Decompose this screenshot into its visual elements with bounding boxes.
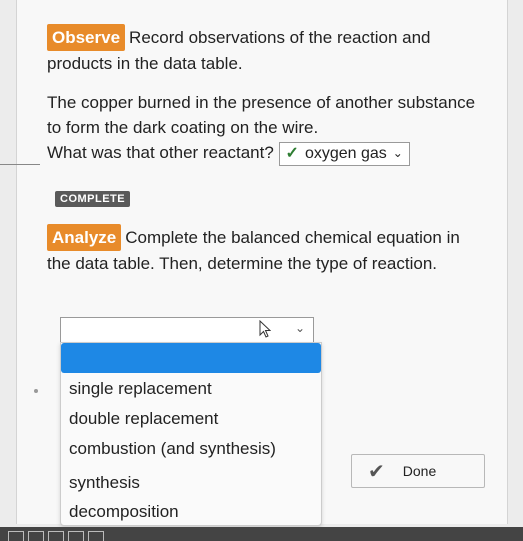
mouse-cursor-icon [259, 319, 272, 343]
chevron-down-icon: ⌄ [392, 146, 403, 161]
progress-segment [48, 531, 64, 541]
observe-paragraph: Observe Record observations of the reacti… [47, 24, 477, 76]
progress-segment [8, 531, 24, 541]
reaction-type-select[interactable]: ⌄ [60, 317, 314, 343]
option-combustion[interactable]: combustion (and synthesis) [69, 439, 276, 459]
divider-line [0, 164, 40, 165]
observe-tag: Observe [47, 24, 126, 51]
done-button[interactable]: ✔ Done [351, 454, 485, 488]
analyze-paragraph: Analyze Complete the balanced chemical eq… [47, 224, 477, 276]
option-decomposition[interactable]: decomposition [69, 502, 179, 522]
progress-segment [28, 531, 44, 541]
progress-segment [88, 531, 104, 541]
reactant-select[interactable]: ✓ oxygen gas ⌄ [278, 141, 410, 166]
checkmark-icon: ✔ [368, 460, 385, 483]
bullet-dot [34, 389, 38, 393]
done-label: Done [402, 463, 437, 479]
reactant-answer: oxygen gas [304, 145, 387, 163]
option-double-replacement[interactable]: double replacement [69, 409, 218, 429]
chevron-down-icon: ⌄ [294, 321, 305, 335]
option-single-replacement[interactable]: single replacement [69, 379, 212, 399]
analyze-tag: Analyze [47, 224, 122, 251]
bottom-toolbar [0, 527, 523, 541]
progress-segment [68, 531, 84, 541]
question-paragraph: The copper burned in the presence of ano… [47, 90, 477, 166]
status-badge: COMPLETE [55, 191, 131, 207]
highlighted-option[interactable] [61, 343, 321, 373]
reaction-type-options: single replacement double replacement co… [60, 342, 322, 526]
question-line2: What was that other reactant? [47, 143, 274, 162]
checkmark-icon: ✓ [285, 145, 299, 163]
question-line1: The copper burned in the presence of ano… [47, 93, 476, 137]
option-synthesis[interactable]: synthesis [69, 473, 140, 493]
